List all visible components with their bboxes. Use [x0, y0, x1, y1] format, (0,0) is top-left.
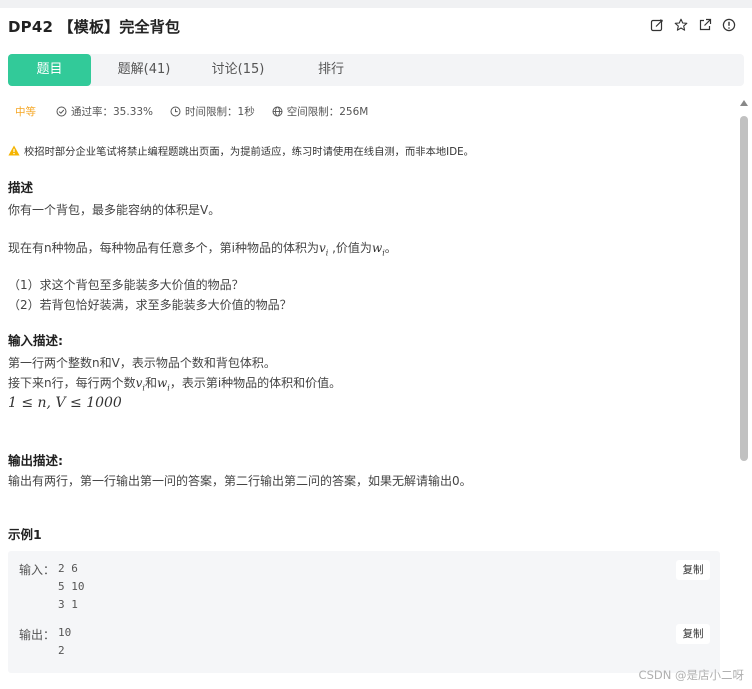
- description-line-1: 你有一个背包，最多能容纳的体积是V。: [8, 203, 221, 217]
- scrollbar-thumb[interactable]: [740, 116, 748, 461]
- pass-rate-text: 通过率：35.33%: [71, 105, 154, 118]
- info-icon[interactable]: [722, 18, 736, 32]
- example-input-label: 输入：: [19, 563, 56, 577]
- input-constraint: 1 ≤ n, V ≤ 1000: [8, 395, 122, 411]
- exam-notice: 校招时部分企业笔试将禁止编程题跳出页面，为提前适应，练习时请使用在线自测，而非本…: [8, 143, 474, 158]
- output-line-1: 输出有两行，第一行输出第一问的答案，第二行输出第二问的答案，如果无解请输出0。: [8, 474, 472, 488]
- check-circle-icon: [56, 106, 67, 116]
- header-actions: [650, 18, 736, 32]
- difficulty-badge: 中等: [15, 105, 36, 118]
- copy-input-button[interactable]: 复制: [676, 560, 710, 580]
- input-heading: 输入描述:: [8, 333, 63, 348]
- output-heading: 输出描述:: [8, 453, 63, 468]
- description-heading: 描述: [8, 180, 34, 195]
- watermark: CSDN @是店小二呀: [638, 668, 744, 682]
- time-limit: 时间限制：1秒: [170, 104, 255, 119]
- desc-text-a: 现在有n种物品，每种物品有任意多个，第i种物品的体积为: [8, 241, 319, 255]
- example-output-code[interactable]: 10 2: [58, 624, 71, 660]
- example-output-label: 输出：: [19, 628, 56, 642]
- edit-icon[interactable]: [650, 18, 664, 32]
- problem-meta: 中等 通过率：35.33% 时间限制：1秒 空间限制：256M: [15, 104, 385, 118]
- question-2: （2）若背包恰好装满，求至多能装多大价值的物品？: [8, 298, 292, 312]
- tab-solutions[interactable]: 题解(41): [104, 54, 184, 86]
- scroll-up-arrow-icon[interactable]: [740, 100, 748, 106]
- tab-discussion[interactable]: 讨论(15): [198, 54, 278, 86]
- math-w: wi: [371, 241, 385, 258]
- example-input-code[interactable]: 2 6 5 10 3 1: [58, 560, 85, 614]
- problem-header: DP42 【模板】完全背包: [8, 14, 180, 38]
- pass-rate: 通过率：35.33%: [56, 104, 153, 119]
- tab-problem[interactable]: 题目: [8, 54, 91, 86]
- space-limit-text: 空间限制：256M: [286, 105, 369, 118]
- star-icon[interactable]: [674, 18, 688, 32]
- desc-text-b: ,价值为: [328, 241, 372, 255]
- example-heading: 示例1: [8, 527, 42, 542]
- copy-output-button[interactable]: 复制: [676, 624, 710, 644]
- input-line-1: 第一行两个整数n和V，表示物品个数和背包体积。: [8, 356, 276, 370]
- external-link-icon[interactable]: [698, 18, 712, 32]
- math-v: vi: [135, 376, 145, 393]
- desc-text-c: 。: [384, 241, 397, 255]
- tab-ranking[interactable]: 排行: [291, 54, 371, 86]
- space-limit: 空间限制：256M: [272, 104, 369, 119]
- time-limit-text: 时间限制：1秒: [185, 105, 255, 118]
- top-strip: [0, 0, 752, 8]
- tab-bar: 题目 题解(41) 讨论(15) 排行: [8, 54, 744, 86]
- globe-icon: [272, 106, 283, 116]
- math-w: wi: [156, 376, 170, 393]
- clock-icon: [170, 106, 181, 116]
- description-line-2: 现在有n种物品，每种物品有任意多个，第i种物品的体积为vi ,价值为wi。: [8, 239, 397, 262]
- example-box: 输入： 2 6 5 10 3 1 复制 输出： 10 2 复制: [8, 551, 720, 673]
- problem-title: DP42 【模板】完全背包: [8, 17, 181, 36]
- question-1: （1）求这个背包至多能装多大价值的物品？: [8, 278, 244, 292]
- math-v: vi: [318, 241, 329, 258]
- notice-text: 校招时部分企业笔试将禁止编程题跳出页面，为提前适应，练习时请使用在线自测，而非本…: [24, 145, 474, 158]
- warning-icon: [8, 145, 20, 155]
